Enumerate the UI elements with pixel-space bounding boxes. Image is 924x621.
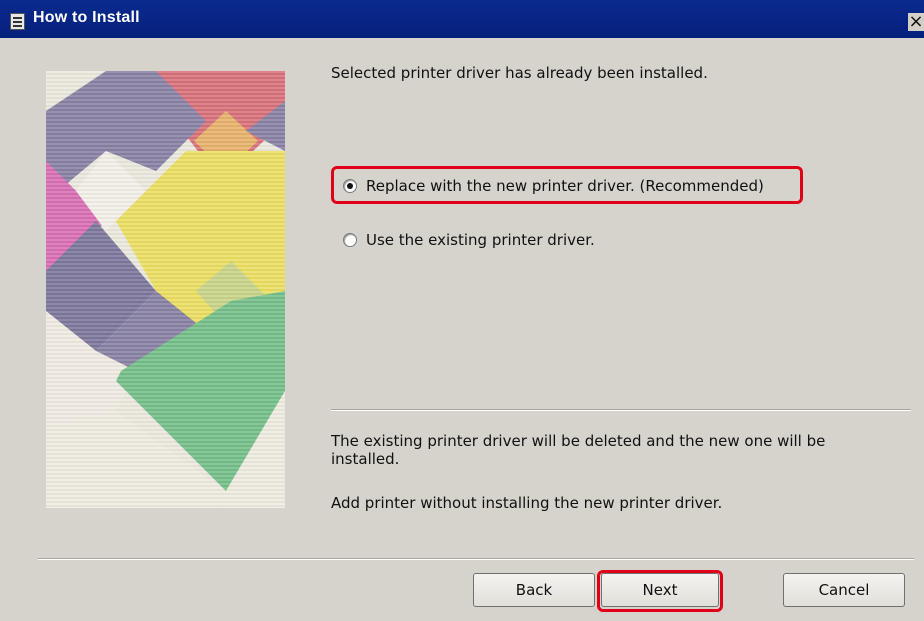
- mosaic-art: [46, 71, 285, 508]
- radio-replace-label[interactable]: Replace with the new printer driver. (Re…: [366, 177, 764, 195]
- install-dialog: How to Install × Selected printer driver…: [0, 0, 924, 621]
- divider-top: [331, 409, 911, 411]
- window-title: How to Install: [33, 9, 140, 26]
- status-message: Selected printer driver has already been…: [331, 64, 708, 82]
- cancel-button[interactable]: Cancel: [783, 573, 905, 607]
- title-bar: How to Install ×: [0, 0, 924, 38]
- back-button[interactable]: Back: [473, 573, 595, 607]
- radio-button-unselected[interactable]: [343, 233, 357, 247]
- close-button[interactable]: ×: [908, 13, 924, 31]
- radio-replace-driver[interactable]: Replace with the new printer driver. (Re…: [343, 177, 764, 195]
- add-printer-text: Add printer without installing the new p…: [331, 494, 723, 512]
- divider-bottom: [38, 558, 914, 560]
- radio-existing-label[interactable]: Use the existing printer driver.: [366, 231, 595, 249]
- description-text: The existing printer driver will be dele…: [331, 432, 826, 468]
- decorative-art-image: [46, 71, 285, 508]
- radio-use-existing-driver[interactable]: Use the existing printer driver.: [343, 231, 595, 249]
- radio-button-selected[interactable]: [343, 179, 357, 193]
- next-button[interactable]: Next: [601, 573, 719, 607]
- printer-icon: [10, 13, 25, 30]
